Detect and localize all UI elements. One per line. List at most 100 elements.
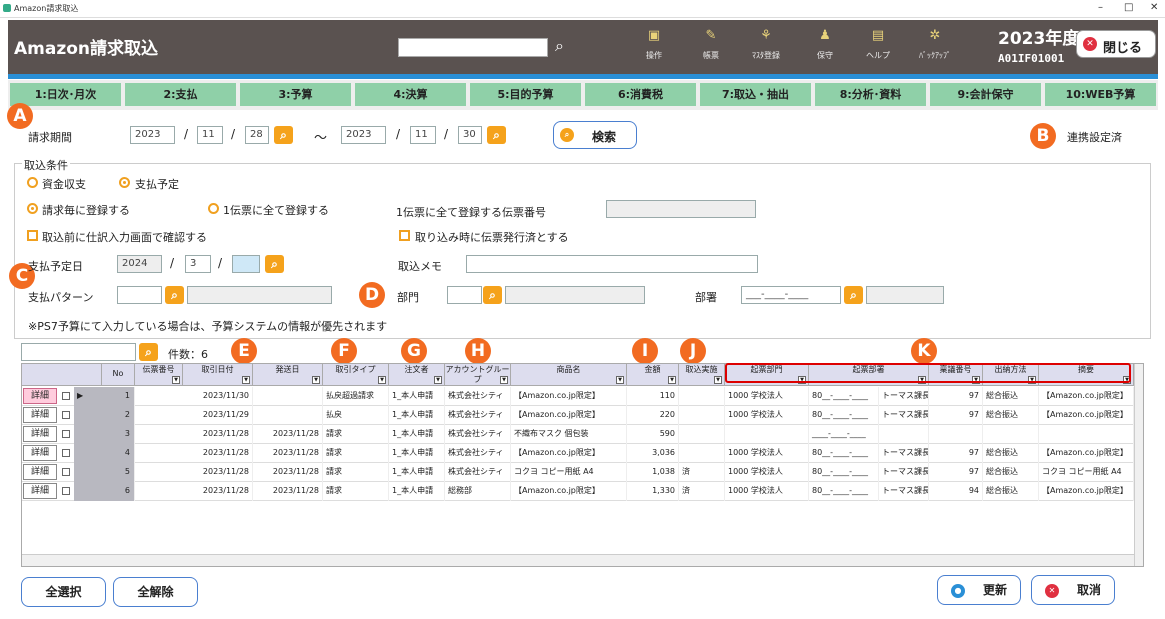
deselect-all-button[interactable]: 全解除 (113, 577, 198, 607)
tab-accounting-maintenance[interactable]: 9:会計保守 (930, 83, 1041, 106)
report-button[interactable]: ✎ 帳票 (687, 28, 735, 61)
period-from-search-icon[interactable]: ⌕ (274, 126, 293, 144)
section-input[interactable]: ___-____-____ (741, 286, 841, 304)
tab-budget[interactable]: 3:予算 (240, 83, 351, 106)
table-row[interactable]: 詳細 2 2023/11/29 払戻 1_本人申請 株式会社シティ 【Amazon.co.j… (22, 406, 1143, 425)
pay-date-day[interactable] (232, 255, 260, 273)
col-method[interactable]: 出納方法 ▼ (983, 364, 1039, 386)
detail-button[interactable]: 詳細 (23, 426, 57, 442)
table-row[interactable]: 詳細 1 ▶ 2023/11/30 払戻超過請求 1_本人申請 株式会社シティ 【Amazon… (22, 387, 1143, 406)
window-title: Amazon請求取込 (14, 4, 79, 13)
pattern-search-icon[interactable]: ⌕ (165, 286, 184, 304)
table-row[interactable]: 詳細 6 2023/11/28 2023/11/28 請求 1_本人申請 総務部 【Amazo… (22, 482, 1143, 501)
row-checkbox[interactable] (62, 411, 70, 419)
tab-settlement[interactable]: 4:決算 (355, 83, 466, 106)
row-checkbox[interactable] (62, 392, 70, 400)
period-label: 請求期間 (28, 131, 72, 144)
voucher-issued-checkbox[interactable] (399, 230, 410, 241)
cancel-button[interactable]: ✕ 取消 (1031, 575, 1115, 605)
window-close-button[interactable]: ✕ (1150, 2, 1158, 13)
select-all-button[interactable]: 全選択 (21, 577, 106, 607)
col-trade-date[interactable]: 取引日付 ▼ (183, 364, 253, 386)
radio-per-invoice[interactable] (27, 203, 38, 214)
marker-e: E (231, 338, 257, 364)
cell-ship (253, 406, 323, 425)
radio-fund-balance[interactable] (27, 177, 38, 188)
dept-search-icon[interactable]: ⌕ (483, 286, 502, 304)
horizontal-scrollbar[interactable] (22, 554, 1134, 566)
row-checkbox[interactable] (62, 449, 70, 457)
detail-button[interactable]: 詳細 (23, 445, 57, 461)
col-orderer[interactable]: 注文者 ▼ (389, 364, 445, 386)
period-to-search-icon[interactable]: ⌕ (487, 126, 506, 144)
detail-button[interactable]: 詳細 (23, 464, 57, 480)
col-voucher-no[interactable]: 伝票番号 ▼ (135, 364, 183, 386)
col-product[interactable]: 商品名 ▼ (511, 364, 627, 386)
list-filter-input[interactable] (21, 343, 136, 361)
row-checkbox[interactable] (62, 487, 70, 495)
maximize-button[interactable]: □ (1124, 2, 1133, 13)
row-checkbox[interactable] (62, 468, 70, 476)
row-checkbox[interactable] (62, 430, 70, 438)
table-row[interactable]: 詳細 3 2023/11/28 2023/11/28 請求 1_本人申請 株式会社シティ 不織… (22, 425, 1143, 444)
dept-input[interactable] (447, 286, 482, 304)
master-button[interactable]: ⚘ ﾏｽﾀ登録 (742, 28, 790, 61)
app-icon (3, 4, 11, 12)
col-trade-type[interactable]: 取引タイプ ▼ (323, 364, 389, 386)
col-dept[interactable]: 起票部門 ▼ (725, 364, 809, 386)
period-from-year[interactable]: 2023 (130, 126, 175, 144)
period-from-month[interactable]: 11 (197, 126, 223, 144)
operation-button[interactable]: ▣ 操作 (630, 28, 678, 61)
update-button[interactable]: ● 更新 (937, 575, 1021, 605)
cell-memo (1039, 425, 1134, 444)
period-to-day[interactable]: 30 (458, 126, 482, 144)
period-to-year[interactable]: 2023 (341, 126, 386, 144)
header-search-input[interactable] (398, 38, 548, 57)
marker-d: D (359, 282, 385, 308)
cell-memo: 【Amazon.co.jp限定】 (1039, 482, 1134, 501)
minimize-button[interactable]: – (1098, 2, 1103, 13)
help-button[interactable]: ▤ ヘルプ (854, 28, 902, 61)
tab-purpose-budget[interactable]: 5:目的予算 (470, 83, 581, 106)
backup-button[interactable]: ✲ ﾊﾞｯｸｱｯﾌﾟ (911, 28, 959, 61)
col-imported[interactable]: 取込実施 ▼ (679, 364, 725, 386)
pay-date-month[interactable]: 3 (185, 255, 211, 273)
section-search-icon[interactable]: ⌕ (844, 286, 863, 304)
tab-analysis[interactable]: 8:分析･資料 (815, 83, 926, 106)
confirm-journal-checkbox[interactable] (27, 230, 38, 241)
col-memo[interactable]: 摘要 ▼ (1039, 364, 1134, 386)
period-from-day[interactable]: 28 (245, 126, 269, 144)
col-ringi-no[interactable]: 稟議番号 ▼ (929, 364, 983, 386)
maintenance-button[interactable]: ♟ 保守 (801, 28, 849, 61)
detail-button[interactable]: 詳細 (23, 483, 57, 499)
pay-date-year[interactable]: 2024 (117, 255, 162, 273)
col-ship-date[interactable]: 発送日 ▼ (253, 364, 323, 386)
table-row[interactable]: 詳細 5 2023/11/28 2023/11/28 請求 1_本人申請 株式会社シティ コク… (22, 463, 1143, 482)
radio-payment-schedule[interactable] (119, 177, 130, 188)
detail-button[interactable]: 詳細 (23, 388, 57, 404)
search-icon[interactable]: ⌕ (555, 36, 564, 56)
col-section[interactable]: 起票部署 ▼ (809, 364, 929, 386)
cell-orderer: 1_本人申請 (389, 406, 445, 425)
memo-input[interactable] (466, 255, 758, 273)
master-icon: ⚘ (760, 28, 772, 43)
cell-done (679, 387, 725, 406)
tab-daily-monthly[interactable]: 1:日次･月次 (10, 83, 121, 106)
pay-date-search-icon[interactable]: ⌕ (265, 255, 284, 273)
tab-consumption-tax[interactable]: 6:消費税 (585, 83, 696, 106)
pattern-input[interactable] (117, 286, 162, 304)
search-button[interactable]: ⌕ 検索 (553, 121, 637, 149)
vertical-scrollbar[interactable] (1134, 364, 1143, 566)
col-amount[interactable]: 金額 ▼ (627, 364, 679, 386)
col-account-group[interactable]: アカウントグループ ▼ (445, 364, 511, 386)
table-row[interactable]: 詳細 4 2023/11/28 2023/11/28 請求 1_本人申請 株式会社シティ 【A… (22, 444, 1143, 463)
period-to-month[interactable]: 11 (410, 126, 436, 144)
list-filter-search-icon[interactable]: ⌕ (139, 343, 158, 361)
radio-single-voucher[interactable] (208, 203, 219, 214)
batch-voucher-input[interactable] (606, 200, 756, 218)
tab-import-extract[interactable]: 7:取込・抽出 (700, 83, 811, 106)
tab-payment[interactable]: 2:支払 (125, 83, 236, 106)
tab-web-budget[interactable]: 10:WEB予算 (1045, 83, 1156, 106)
close-button[interactable]: ✕ 閉じる (1076, 30, 1156, 58)
detail-button[interactable]: 詳細 (23, 407, 57, 423)
